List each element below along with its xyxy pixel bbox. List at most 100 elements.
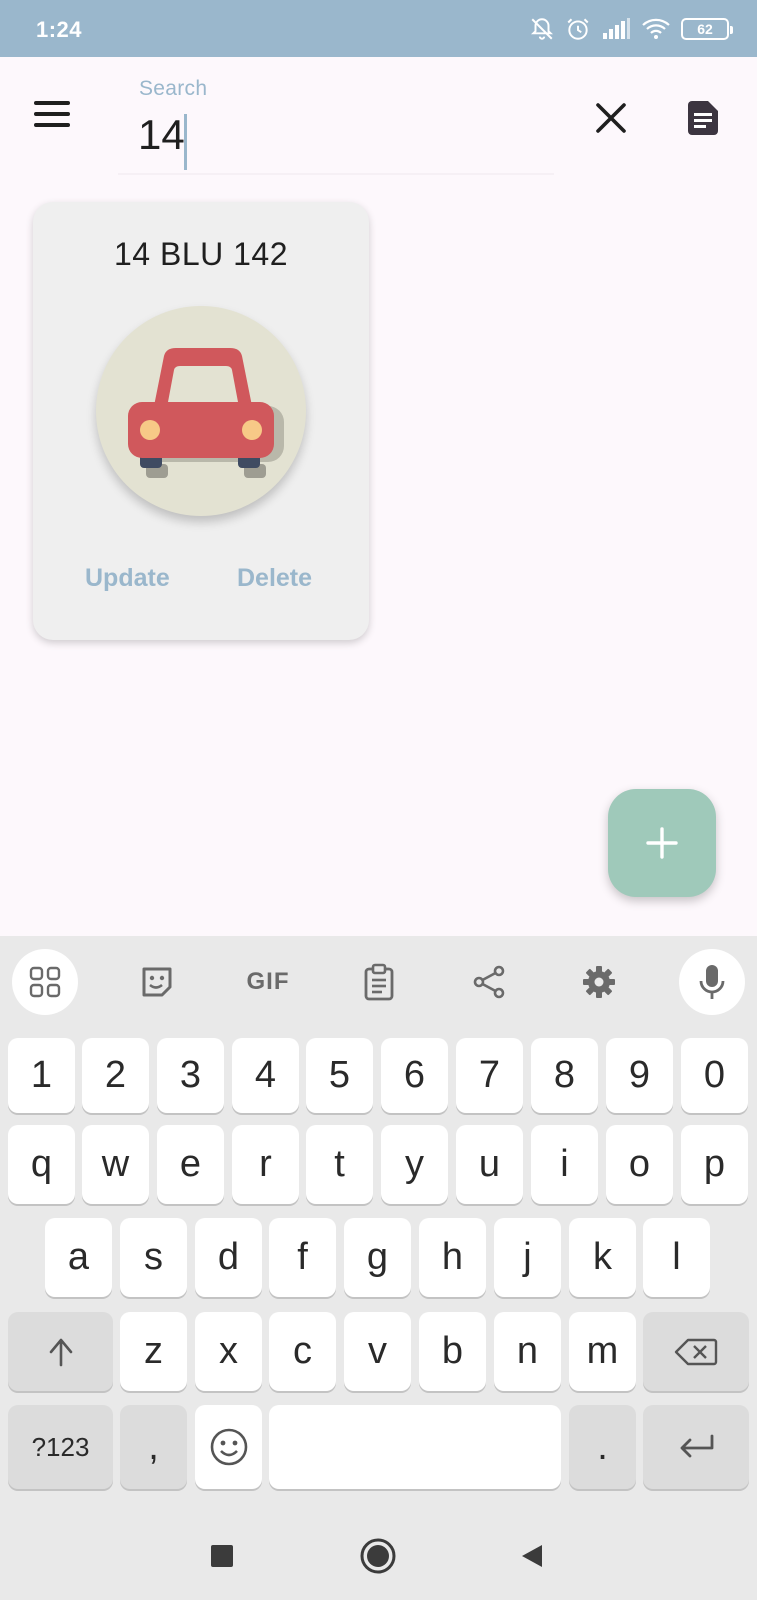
period-key[interactable]: . [569,1405,636,1489]
recents-icon [211,1545,233,1567]
alarm-icon [567,18,589,40]
search-label: Search [139,77,208,100]
search-underline [118,173,554,175]
back-icon [522,1545,542,1567]
enter-key[interactable] [643,1405,749,1489]
document-button[interactable] [684,99,722,137]
key-j[interactable]: j [494,1218,561,1297]
mic-icon [699,965,725,999]
back-button[interactable] [510,1534,554,1578]
shift-key[interactable] [8,1312,113,1391]
add-button[interactable] [608,789,716,897]
menu-icon [34,101,70,105]
soft-keyboard: GIF 1 2 3 4 5 6 7 8 9 0 q w e r t y u i … [0,936,757,1512]
key-b[interactable]: b [419,1312,486,1391]
key-6[interactable]: 6 [381,1038,448,1113]
key-q[interactable]: q [8,1125,75,1204]
status-bar: 1:24 62 [0,0,757,57]
key-3[interactable]: 3 [157,1038,224,1113]
home-button[interactable] [356,1534,400,1578]
key-r[interactable]: r [232,1125,299,1204]
key-7[interactable]: 7 [456,1038,523,1113]
key-z[interactable]: z [120,1312,187,1391]
emoji-icon [210,1428,247,1466]
sticker-button[interactable] [124,949,190,1015]
plus-icon [646,827,678,859]
key-t[interactable]: t [306,1125,373,1204]
apps-icon [29,966,61,998]
status-time: 1:24 [36,17,83,42]
document-icon [688,101,718,135]
settings-icon [583,966,615,998]
key-y[interactable]: y [381,1125,448,1204]
enter-icon [680,1434,714,1458]
gif-button[interactable]: GIF [235,949,301,1015]
delete-button[interactable]: Delete [237,564,312,593]
key-h[interactable]: h [419,1218,486,1297]
comma-key[interactable]: , [120,1405,187,1489]
signal-icon [603,18,630,39]
key-c[interactable]: c [269,1312,336,1391]
key-0[interactable]: 0 [681,1038,748,1113]
key-9[interactable]: 9 [606,1038,673,1113]
key-p[interactable]: p [681,1125,748,1204]
status-icons: 62 [529,14,733,44]
battery-level: 62 [697,21,713,37]
emoji-key[interactable] [195,1405,262,1489]
card-title: 14 BLU 142 [113,236,288,272]
card-actions: Update Delete [33,564,369,600]
system-nav-bar [0,1512,757,1600]
space-key[interactable] [269,1405,561,1489]
app-bar: Search 14 [0,57,757,179]
car-avatar [96,306,306,516]
key-2[interactable]: 2 [82,1038,149,1113]
update-button[interactable]: Update [85,564,170,593]
key-g[interactable]: g [344,1218,411,1297]
sticker-icon [142,967,172,997]
key-m[interactable]: m [569,1312,636,1391]
wifi-icon [642,18,670,39]
key-x[interactable]: x [195,1312,262,1391]
key-a[interactable]: a [45,1218,112,1297]
notifications-off-icon [530,18,554,40]
key-u[interactable]: u [456,1125,523,1204]
shift-icon [49,1338,72,1366]
search-input[interactable]: 14 [138,111,538,163]
search-field[interactable]: Search 14 [118,69,554,179]
key-v[interactable]: v [344,1312,411,1391]
key-4[interactable]: 4 [232,1038,299,1113]
settings-button[interactable] [566,949,632,1015]
key-e[interactable]: e [157,1125,224,1204]
recents-button[interactable] [200,1534,244,1578]
key-l[interactable]: l [643,1218,710,1297]
vehicle-card[interactable]: 14 BLU 142 Update Delete [33,202,369,640]
key-n[interactable]: n [494,1312,561,1391]
share-icon [473,965,505,999]
home-icon [360,1538,396,1574]
key-8[interactable]: 8 [531,1038,598,1113]
clipboard-button[interactable] [346,949,412,1015]
gif-icon: GIF [246,968,290,995]
clear-search-button[interactable] [594,101,628,135]
key-5[interactable]: 5 [306,1038,373,1113]
symbols-key[interactable]: ?123 [8,1405,113,1489]
keyboard-toolbar: GIF [0,936,757,1024]
backspace-icon [674,1338,718,1365]
battery-icon: 62 [681,18,733,40]
close-icon [596,103,626,133]
share-button[interactable] [456,949,522,1015]
key-f[interactable]: f [269,1218,336,1297]
apps-button[interactable] [12,949,78,1015]
key-i[interactable]: i [531,1125,598,1204]
menu-button[interactable] [34,101,74,135]
key-1[interactable]: 1 [8,1038,75,1113]
key-d[interactable]: d [195,1218,262,1297]
backspace-key[interactable] [643,1312,749,1391]
voice-input-button[interactable] [679,949,745,1015]
key-k[interactable]: k [569,1218,636,1297]
key-w[interactable]: w [82,1125,149,1204]
clipboard-icon [364,963,394,1001]
car-icon [128,348,284,478]
key-o[interactable]: o [606,1125,673,1204]
key-s[interactable]: s [120,1218,187,1297]
